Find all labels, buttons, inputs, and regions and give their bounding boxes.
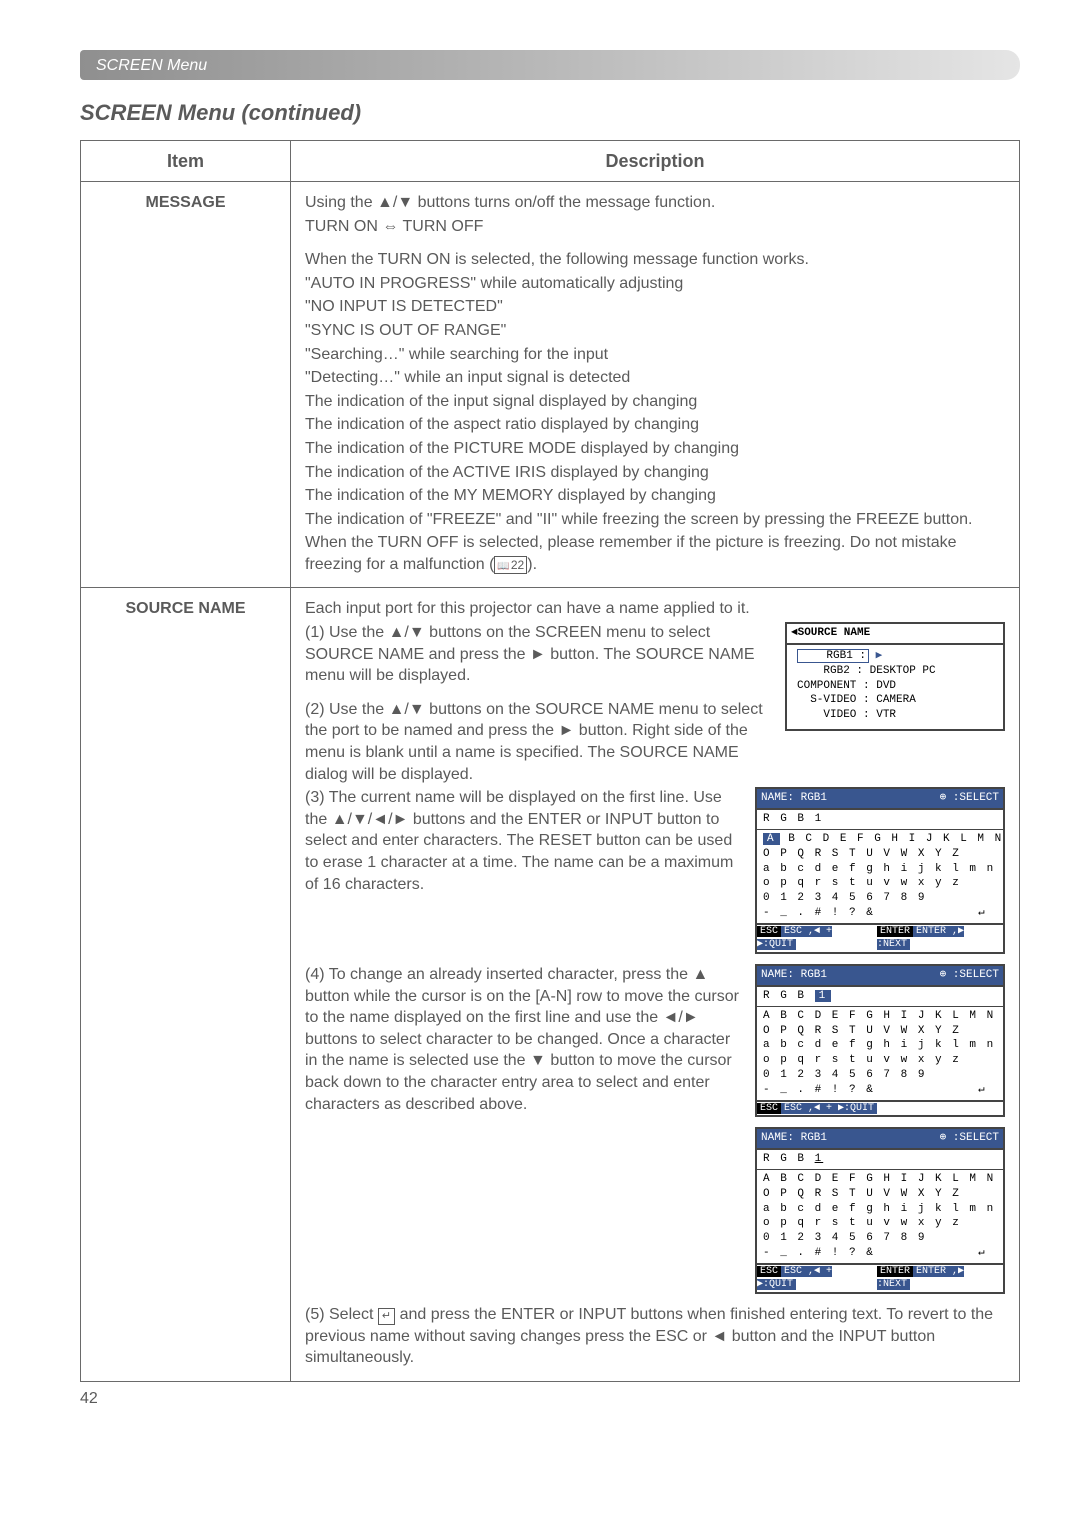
turn-on-label: TURN ON <box>305 218 382 235</box>
turn-off-label: TURN OFF <box>398 218 483 235</box>
msg-b9: The indication of the ACTIVE IRIS displa… <box>305 462 1005 484</box>
all-arrows-icon <box>332 809 409 831</box>
osd4-r4: 0 1 2 3 4 5 6 7 8 9 <box>763 1231 997 1246</box>
msg-b10: The indication of the MY MEMORY displaye… <box>305 485 1005 507</box>
msg-b3: "SYNC IS OUT OF RANGE" <box>305 320 1005 342</box>
osd1-row3: S-VIDEO : CAMERA <box>797 693 997 708</box>
th-item: Item <box>81 140 291 181</box>
msg-b7: The indication of the aspect ratio displ… <box>305 414 1005 436</box>
osd-source-name-menu: ◄SOURCE NAME RGB1 : ▶ RGB2 : DESKTOP PC … <box>785 622 1005 731</box>
osd4-title-l: NAME: RGB1 <box>761 1131 827 1146</box>
osd2-r2: a b c d e f g h i j k l m n <box>763 862 997 877</box>
src-s1a: (1) Use the <box>305 624 389 641</box>
page-number: 42 <box>80 1388 1020 1410</box>
msg-b6: The indication of the input signal displ… <box>305 391 1005 413</box>
msg-b2: "NO INPUT IS DETECTED" <box>305 296 1005 318</box>
osd4-r0: A B C D E F G H I J K L M N <box>763 1172 997 1187</box>
menu-table: Item Description MESSAGE Using the butto… <box>80 140 1020 1382</box>
osd4-r1: O P Q R S T U V W X Y Z <box>763 1187 997 1202</box>
osd1-row0: RGB1 : <box>797 649 869 663</box>
manual-ref-num: 22 <box>511 558 524 572</box>
manual-ref-icon: 22 <box>494 556 527 575</box>
osd2-title-r: ⊕ :SELECT <box>940 791 999 806</box>
section-title: SCREEN Menu (continued) <box>80 98 1020 128</box>
osd2-title-l: NAME: RGB1 <box>761 791 827 806</box>
up-arrow-icon <box>692 964 708 986</box>
msg-b5: "Detecting…" while an input signal is de… <box>305 367 1005 389</box>
th-desc: Description <box>291 140 1020 181</box>
msg-b11: The indication of "FREEZE" and "II" whil… <box>305 509 1005 531</box>
osd-name-dialog-1: NAME: RGB1⊕ :SELECT R G B 1 A B C D E F … <box>755 787 1005 954</box>
osd-name-dialog-3: NAME: RGB1⊕ :SELECT R G B 1 A B C D E F … <box>755 1127 1005 1294</box>
item-message: MESSAGE <box>81 181 291 588</box>
updown-icon <box>389 699 425 721</box>
msg-b1: "AUTO IN PROGRESS" while automatically a… <box>305 273 1005 295</box>
enter-symbol-icon: ↵ <box>378 1308 395 1325</box>
updown-icon <box>389 622 425 644</box>
header-bar: SCREEN Menu <box>80 50 1020 80</box>
src-s4a: (4) To change an already inserted charac… <box>305 966 692 983</box>
updown-icon <box>377 192 413 214</box>
osd3-r5: - _ . # ! ? & ↵ <box>763 1083 997 1098</box>
double-arrow-icon <box>382 216 398 238</box>
osd4-r5: - _ . # ! ? & ↵ <box>763 1246 997 1261</box>
osd2-r3: o p q r s t u v w x y z <box>763 876 997 891</box>
osd3-fl: ESC ,◄ + ▶:QUIT <box>781 1103 877 1114</box>
osd2-r1: O P Q R S T U V W X Y Z <box>763 847 997 862</box>
msg-b8: The indication of the PICTURE MODE displ… <box>305 438 1005 460</box>
osd1-row1: RGB2 : DESKTOP PC <box>797 664 997 679</box>
leftright-icon <box>663 1007 699 1029</box>
msg-l2: When the TURN ON is selected, the follow… <box>305 249 1005 271</box>
osd1-title: ◄SOURCE NAME <box>787 624 1003 645</box>
osd1-row2: COMPONENT : DVD <box>797 679 997 694</box>
osd4-r3: o p q r s t u v w x y z <box>763 1216 997 1231</box>
msg-l1b: buttons turns on/off the message functio… <box>413 194 715 211</box>
osd2-r4: 0 1 2 3 4 5 6 7 8 9 <box>763 891 997 906</box>
osd3-r4: 0 1 2 3 4 5 6 7 8 9 <box>763 1068 997 1083</box>
osd2-name: R G B 1 <box>757 810 1003 830</box>
msg-l1a: Using the <box>305 194 377 211</box>
osd3-r2: a b c d e f g h i j k l m n <box>763 1038 997 1053</box>
osd3-r1: O P Q R S T U V W X Y Z <box>763 1024 997 1039</box>
osd4-r2: a b c d e f g h i j k l m n <box>763 1202 997 1217</box>
src-s2a: (2) Use the <box>305 701 389 718</box>
right-arrow-icon <box>559 720 575 742</box>
osd4-title-r: ⊕ :SELECT <box>940 1131 999 1146</box>
msg-b12b: ). <box>527 556 537 573</box>
left-arrow-icon <box>711 1326 727 1348</box>
right-arrow-icon <box>530 644 546 666</box>
item-source-name: SOURCE NAME <box>81 588 291 1381</box>
down-arrow-icon <box>530 1050 546 1072</box>
osd-name-dialog-2: NAME: RGB1⊕ :SELECT R G B 1 A B C D E F … <box>755 964 1005 1117</box>
msg-b12a: When the TURN OFF is selected, please re… <box>305 534 957 573</box>
desc-source-name: Each input port for this projector can h… <box>291 588 1020 1381</box>
msg-b4: "Searching…" while searching for the inp… <box>305 344 1005 366</box>
osd3-r3: o p q r s t u v w x y z <box>763 1053 997 1068</box>
desc-message: Using the buttons turns on/off the messa… <box>291 181 1020 588</box>
osd2-r5: - _ . # ! ? & ↵ <box>763 906 997 921</box>
osd3-title-r: ⊕ :SELECT <box>940 968 999 983</box>
src-s5a: (5) Select <box>305 1306 378 1323</box>
osd1-row4: VIDEO : VTR <box>797 708 997 723</box>
src-l0: Each input port for this projector can h… <box>305 598 1005 620</box>
header-text: SCREEN Menu <box>96 57 207 74</box>
osd3-title-l: NAME: RGB1 <box>761 968 827 983</box>
osd3-r0: A B C D E F G H I J K L M N <box>763 1009 997 1024</box>
